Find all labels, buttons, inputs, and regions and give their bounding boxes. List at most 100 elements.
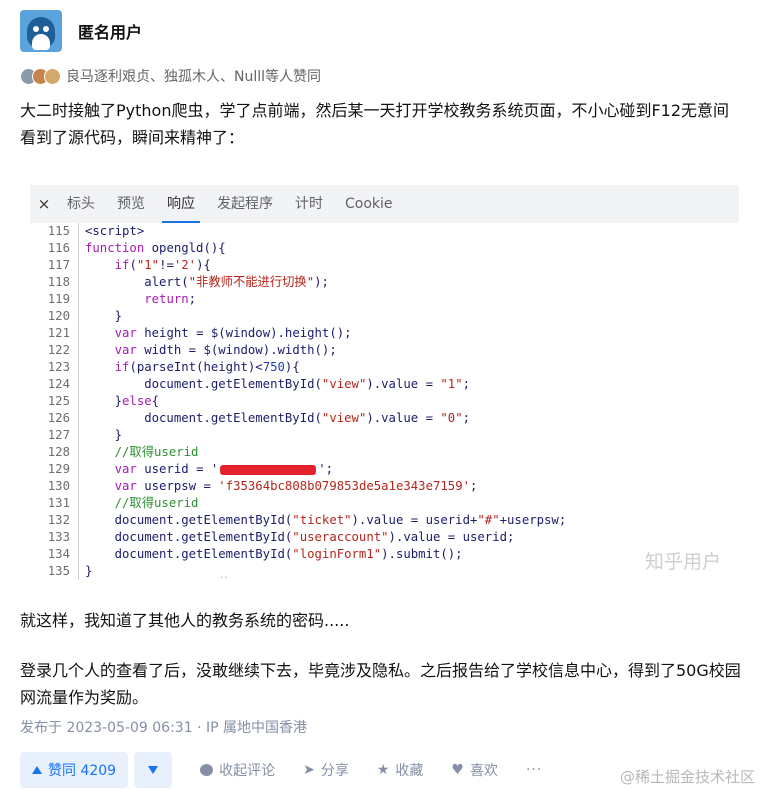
code-text: document.getElementById("loginForm1").su… [85,547,463,561]
code-line: 133 document.getElementById("useraccount… [30,529,739,546]
code-line: 117 if("1"!='2'){ [30,257,739,274]
code-text: alert("非教师不能进行切换"); [85,275,329,289]
devtools-screenshot: × 标头 预览 响应 发起程序 计时 Cookie 115 <script> 116… [30,185,739,585]
line-number: 116 [30,240,79,257]
voters-row: 良马逐利艰贞、独孤木人、Nulll等人赞同 [20,66,321,86]
redaction-mark [220,464,317,475]
code-text: return; [144,292,197,306]
code-line: 129 var userid = ' '; [30,461,739,478]
code-line: 134 document.getElementById("loginForm1"… [30,546,739,563]
voters-text[interactable]: 良马逐利艰贞、独孤木人、Nulll等人赞同 [66,66,321,86]
line-number: 119 [30,291,79,308]
code-text: var height = $(window).height(); [114,326,352,340]
publish-meta: 发布于 2023-05-09 06:31 · IP 属地中国香港 [20,720,307,736]
code-text: //取得userid [85,496,199,510]
share-button[interactable]: ➤ 分享 [303,760,349,780]
comment-label: 收起评论 [219,763,276,779]
source-code: 115 <script> 116 function opengld(){117 if(… [30,223,739,580]
code-text: var width = $(window).width(); [114,343,337,357]
code-line: 126 document.getElementById("view").valu… [30,410,739,427]
code-text: } [85,564,93,578]
line-number: 131 [30,495,79,512]
line-number: 129 [30,461,79,478]
line-number: 128 [30,444,79,461]
code-text: } [85,309,123,323]
vote-up-label: 赞同 4209 [48,763,117,779]
line-number: 127 [30,427,79,444]
more-button[interactable]: ··· [526,762,542,778]
code-text: //取得userid [85,445,199,459]
author-name[interactable]: 匿名用户 [78,19,142,43]
code-text: <script> [85,224,145,238]
tab-initiator: 发起程序 [217,196,273,212]
code-text: if(parseInt(height)<750){ [114,360,300,374]
line-number: 132 [30,512,79,529]
comment-button[interactable]: 收起评论 [200,760,275,780]
line-number: 126 [30,410,79,427]
code-line: 131 //取得userid [30,495,739,512]
image-watermark: 知乎用户 [644,551,721,573]
line-number: 130 [30,478,79,495]
line-number: 124 [30,376,79,393]
tab-headers: 标头 [67,196,95,212]
line-number: 121 [30,325,79,342]
code-text: document.getElementById("view").value = … [85,411,471,425]
share-label: 分享 [320,763,349,779]
tab-preview: 预览 [117,196,145,212]
tab-response: 响应 [156,185,206,223]
code-line: 115 <script> [30,223,739,240]
tab-timing: 计时 [295,196,323,212]
code-text: if("1"!='2'){ [114,258,211,272]
code-line: 124 document.getElementById("view").valu… [30,376,739,393]
code-line: 118 alert("非教师不能进行切换"); [30,274,739,291]
avatar[interactable] [20,10,62,52]
scroll-dots: ·· [220,573,229,584]
code-text: }else{ [85,394,160,408]
vote-up-button[interactable]: 赞同 4209 [20,752,129,788]
like-button[interactable]: ♥ 喜欢 [451,760,498,780]
code-line: 130 var userpsw = 'f35364bc808b079853de5… [30,478,739,495]
line-number: 123 [30,359,79,376]
code-line: 128 //取得userid [30,444,739,461]
code-text: document.getElementById("view").value = … [85,377,471,391]
code-line: 135} [30,563,739,580]
code-line: 116 function opengld(){ [30,240,739,257]
code-text: var userid = ' '; [114,462,334,476]
devtools-tabbar: × 标头 预览 响应 发起程序 计时 Cookie [30,185,739,223]
line-number: 118 [30,274,79,291]
line-number: 122 [30,342,79,359]
line-number: 133 [30,529,79,546]
line-number: 135 [30,563,79,580]
code-line: 119 return; [30,291,739,308]
vote-down-button[interactable] [134,752,173,788]
star-icon: ★ [376,762,390,778]
close-icon: × [37,195,51,213]
like-label: 喜欢 [469,763,498,779]
triangle-up-icon [32,766,42,774]
code-line: 122 var width = $(window).width(); [30,342,739,359]
post-header: 匿名用户 [20,10,142,52]
code-text: document.getElementById("ticket").value … [85,513,567,527]
content-paragraph-2: 就这样，我知道了其他人的教务系统的密码..... [20,611,350,630]
code-text: document.getElementById("useraccount").v… [85,530,515,544]
code-line: 123 if(parseInt(height)<750){ [30,359,739,376]
code-text: } [85,428,123,442]
code-line: 121 var height = $(window).height(); [30,325,739,342]
code-text: var userpsw = 'f35364bc808b079853de5a1e3… [114,479,478,493]
code-line: 132 document.getElementById("ticket").va… [30,512,739,529]
collect-label: 收藏 [395,763,424,779]
line-number: 134 [30,546,79,563]
content-paragraph-1: 大二时接触了Python爬虫，学了点前端，然后某一天打开学校教务系统页面，不小心… [20,101,730,147]
line-number: 117 [30,257,79,274]
triangle-down-icon [148,766,159,774]
line-number: 115 [30,223,79,240]
line-number: 120 [30,308,79,325]
collect-button[interactable]: ★ 收藏 [377,760,424,780]
code-line: 120 } [30,308,739,325]
comment-icon [200,764,214,776]
code-line: 127 } [30,427,739,444]
voter-avatars [20,67,61,85]
line-number: 125 [30,393,79,410]
heart-icon: ♥ [451,762,464,778]
tab-cookie: Cookie [345,196,393,212]
